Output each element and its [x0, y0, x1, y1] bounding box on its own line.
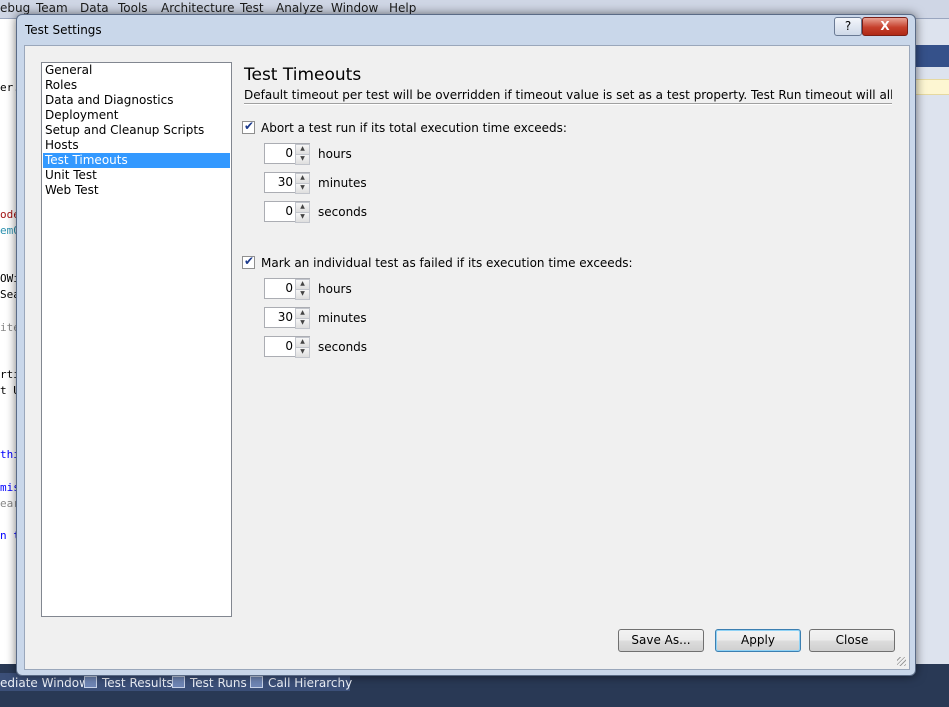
run-timeout-option[interactable]: ✔ Abort a test run if its total execution…	[242, 119, 567, 135]
spin-down-icon[interactable]: ▼	[295, 347, 310, 358]
category-setup-and-cleanup-scripts[interactable]: Setup and Cleanup Scripts	[43, 123, 230, 138]
help-button[interactable]: ?	[834, 17, 862, 36]
menu-data[interactable]: Data	[80, 1, 109, 15]
test-minutes-stepper[interactable]: 30 ▲ ▼	[264, 307, 310, 329]
test-timeout-option[interactable]: ✔ Mark an individual test as failed if it…	[242, 254, 633, 270]
spin-down-icon[interactable]: ▼	[295, 183, 310, 194]
spin-down-icon[interactable]: ▼	[295, 289, 310, 300]
run-minutes-value[interactable]: 30	[278, 175, 293, 189]
test-hours-stepper[interactable]: 0 ▲ ▼	[264, 278, 310, 300]
run-timeout-label: Abort a test run if its total execution …	[261, 121, 567, 135]
apply-button[interactable]: Apply	[715, 629, 801, 652]
menu-test[interactable]: Test	[240, 1, 264, 15]
panel-title: Test Timeouts	[244, 65, 362, 85]
menu-analyze[interactable]: Analyze	[276, 1, 323, 15]
category-data-and-diagnostics[interactable]: Data and Diagnostics	[43, 93, 230, 108]
run-seconds-label: seconds	[318, 205, 368, 219]
tab-immediate-window[interactable]: ediate Window	[0, 676, 89, 690]
run-hours-value[interactable]: 0	[285, 146, 293, 160]
ide-right-pane	[913, 19, 949, 664]
save-as-button[interactable]: Save As...	[618, 629, 704, 652]
resize-grip[interactable]	[897, 657, 906, 666]
category-deployment[interactable]: Deployment	[43, 108, 230, 123]
test-minutes-label: minutes	[318, 311, 367, 325]
run-seconds-stepper[interactable]: 0 ▲ ▼	[264, 201, 310, 223]
help-icon: ?	[844, 19, 852, 33]
test-minutes-value[interactable]: 30	[278, 310, 293, 324]
panel-divider	[244, 103, 892, 105]
menu-help[interactable]: Help	[389, 1, 416, 15]
category-list[interactable]: General Roles Data and Diagnostics Deplo…	[41, 62, 232, 617]
spin-down-icon[interactable]: ▼	[295, 318, 310, 329]
test-runs-icon	[172, 676, 185, 688]
checkmark-icon: ✔	[244, 254, 255, 268]
tab-label: Test Results	[102, 676, 173, 690]
test-seconds-stepper[interactable]: 0 ▲ ▼	[264, 336, 310, 358]
tab-test-results[interactable]: Test Results	[84, 676, 173, 690]
test-seconds-value[interactable]: 0	[285, 339, 293, 353]
ide-right-header	[913, 45, 949, 67]
run-hours-stepper[interactable]: 0 ▲ ▼	[264, 143, 310, 165]
spin-down-icon[interactable]: ▼	[295, 154, 310, 165]
dialog-title: Test Settings	[25, 23, 102, 37]
category-test-timeouts[interactable]: Test Timeouts	[43, 153, 230, 168]
tab-call-hierarchy[interactable]: Call Hierarchy	[250, 676, 352, 690]
run-timeout-checkbox[interactable]: ✔	[242, 119, 255, 134]
category-unit-test[interactable]: Unit Test	[43, 168, 230, 183]
tab-label: ediate Window	[0, 676, 89, 690]
menu-team[interactable]: Team	[36, 1, 68, 15]
close-button[interactable]: Close	[809, 629, 895, 652]
test-settings-dialog: Test Settings ? X General Roles Data and…	[16, 14, 916, 676]
close-window-button[interactable]: X	[862, 17, 908, 36]
tab-label: Call Hierarchy	[268, 676, 353, 690]
call-hierarchy-icon	[250, 676, 263, 688]
menu-window[interactable]: Window	[331, 1, 378, 15]
menu-debug[interactable]: ebug	[0, 1, 30, 15]
panel-description: Default timeout per test will be overrid…	[244, 88, 892, 102]
run-hours-label: hours	[318, 147, 352, 161]
checkmark-icon: ✔	[244, 119, 255, 133]
test-timeout-checkbox[interactable]: ✔	[242, 254, 255, 269]
tab-test-runs[interactable]: Test Runs	[172, 676, 247, 690]
spin-down-icon[interactable]: ▼	[295, 212, 310, 223]
run-minutes-label: minutes	[318, 176, 367, 190]
menu-tools[interactable]: Tools	[118, 1, 148, 15]
category-roles[interactable]: Roles	[43, 78, 230, 93]
test-timeout-label: Mark an individual test as failed if its…	[261, 256, 633, 270]
run-seconds-value[interactable]: 0	[285, 204, 293, 218]
category-web-test[interactable]: Web Test	[43, 183, 230, 198]
test-hours-label: hours	[318, 282, 352, 296]
menu-architecture[interactable]: Architecture	[161, 1, 234, 15]
category-hosts[interactable]: Hosts	[43, 138, 230, 153]
close-icon: X	[880, 19, 890, 33]
ide-info-bar	[913, 79, 949, 95]
tab-label: Test Runs	[190, 676, 247, 690]
category-general[interactable]: General	[43, 63, 230, 78]
dialog-body: General Roles Data and Diagnostics Deplo…	[24, 45, 910, 670]
run-minutes-stepper[interactable]: 30 ▲ ▼	[264, 172, 310, 194]
dialog-titlebar[interactable]: Test Settings ? X	[17, 15, 915, 45]
test-hours-value[interactable]: 0	[285, 281, 293, 295]
test-seconds-label: seconds	[318, 340, 368, 354]
test-results-icon	[84, 676, 97, 688]
